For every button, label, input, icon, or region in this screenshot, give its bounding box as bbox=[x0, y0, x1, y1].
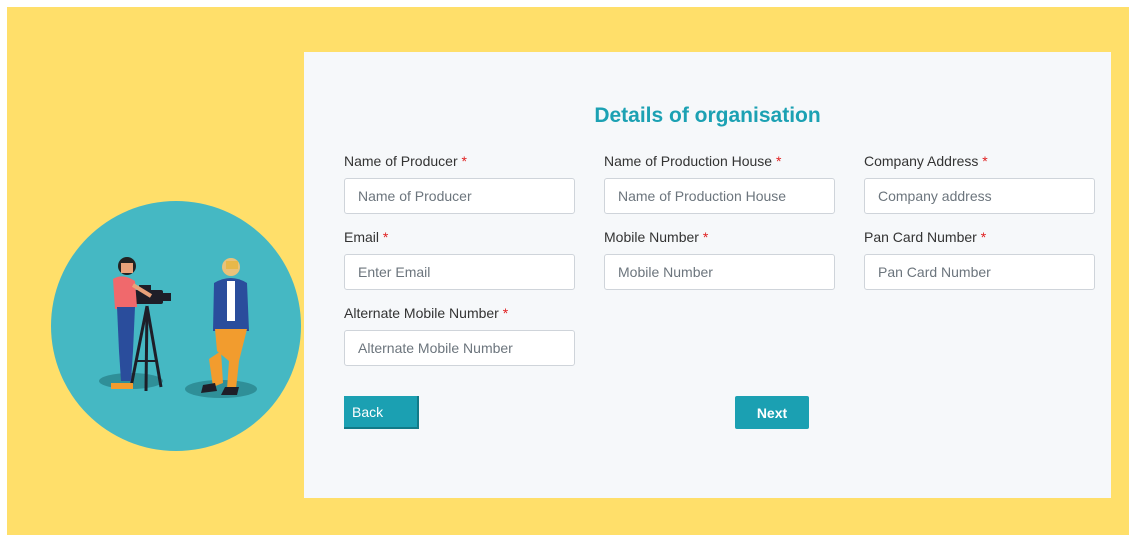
producer-name-label: Name of Producer * bbox=[344, 153, 467, 169]
cameraman-producer-illustration-icon bbox=[51, 201, 301, 451]
company-address-field: Company Address * bbox=[864, 151, 1095, 214]
alternate-mobile-field: Alternate Mobile Number * bbox=[344, 303, 575, 366]
organisation-form-card: Details of organisation Name of Producer… bbox=[304, 52, 1111, 498]
required-mark: * bbox=[502, 305, 509, 321]
form-title: Details of organisation bbox=[594, 104, 821, 127]
mobile-number-label: Mobile Number * bbox=[604, 229, 709, 245]
pan-card-input[interactable] bbox=[864, 254, 1095, 290]
company-address-label: Company Address * bbox=[864, 153, 988, 169]
producer-name-input[interactable] bbox=[344, 178, 575, 214]
production-house-label: Name of Production House * bbox=[604, 153, 782, 169]
illustration-svg bbox=[51, 201, 301, 451]
email-field: Email * bbox=[344, 227, 575, 290]
required-mark: * bbox=[702, 229, 709, 245]
email-input[interactable] bbox=[344, 254, 575, 290]
production-house-field: Name of Production House * bbox=[604, 151, 835, 214]
alternate-mobile-input[interactable] bbox=[344, 330, 575, 366]
pan-card-label: Pan Card Number * bbox=[864, 229, 987, 245]
pan-card-field: Pan Card Number * bbox=[864, 227, 1095, 290]
company-address-input[interactable] bbox=[864, 178, 1095, 214]
production-house-input[interactable] bbox=[604, 178, 835, 214]
required-mark: * bbox=[775, 153, 782, 169]
alternate-mobile-label: Alternate Mobile Number * bbox=[344, 305, 509, 321]
required-mark: * bbox=[382, 229, 389, 245]
required-mark: * bbox=[980, 229, 987, 245]
next-button[interactable]: Next bbox=[735, 396, 809, 429]
required-mark: * bbox=[982, 153, 988, 169]
required-mark: * bbox=[461, 153, 467, 169]
back-button[interactable]: Back bbox=[344, 396, 419, 429]
producer-name-field: Name of Producer * bbox=[344, 151, 575, 214]
email-label: Email * bbox=[344, 229, 389, 245]
mobile-number-input[interactable] bbox=[604, 254, 835, 290]
mobile-number-field: Mobile Number * bbox=[604, 227, 835, 290]
